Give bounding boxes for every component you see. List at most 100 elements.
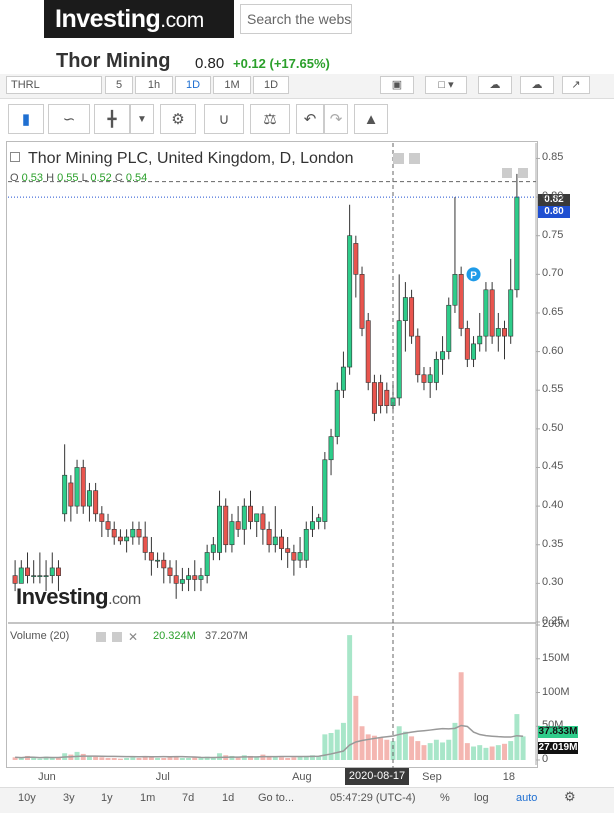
volume-bars bbox=[12, 635, 526, 760]
candle bbox=[49, 552, 55, 584]
log-toggle[interactable]: log bbox=[474, 792, 489, 804]
settings-small-icon[interactable] bbox=[409, 153, 420, 164]
volume-bar bbox=[179, 757, 185, 760]
candle-body bbox=[322, 459, 328, 522]
candle-body bbox=[111, 528, 117, 538]
candle bbox=[80, 459, 86, 514]
candle bbox=[464, 320, 470, 368]
ohlc-close: 0.54 bbox=[125, 172, 148, 184]
volume-legend-label: Volume (20) bbox=[10, 630, 70, 642]
candle-body bbox=[80, 467, 86, 507]
candle-body bbox=[266, 528, 272, 546]
candle bbox=[433, 351, 439, 391]
candle bbox=[347, 204, 353, 375]
volume-bar bbox=[31, 757, 37, 760]
range-1m[interactable]: 1m bbox=[140, 792, 155, 804]
candle-body bbox=[347, 235, 353, 368]
volume-bar bbox=[334, 729, 340, 760]
volume-bar bbox=[254, 757, 260, 760]
candle-body bbox=[217, 505, 223, 553]
volume-close-icon[interactable]: ✕ bbox=[128, 630, 138, 644]
candle-body bbox=[18, 567, 24, 584]
candle-body bbox=[303, 528, 309, 561]
candle bbox=[136, 521, 142, 545]
candle-body bbox=[204, 552, 210, 576]
candle-body bbox=[402, 297, 408, 321]
candle bbox=[217, 490, 223, 561]
candlesticks bbox=[12, 173, 520, 599]
volume-bar bbox=[347, 635, 353, 760]
candle-body bbox=[124, 536, 130, 542]
crosshair-date-label: 2020-08-17 bbox=[345, 768, 409, 785]
candle bbox=[396, 274, 402, 406]
candle bbox=[514, 173, 520, 298]
candle-body bbox=[62, 474, 68, 515]
candle-body bbox=[495, 328, 501, 337]
volume-bar bbox=[99, 757, 105, 760]
candle-body bbox=[136, 528, 142, 538]
range-10y[interactable]: 10y bbox=[18, 792, 36, 804]
price-tick-label: 0.50 bbox=[542, 421, 564, 434]
volume-tick-label: 200M bbox=[542, 618, 570, 630]
candle-body bbox=[421, 374, 427, 383]
candle bbox=[371, 374, 377, 422]
price-tick-label: 0.65 bbox=[542, 305, 564, 318]
candle-body bbox=[353, 243, 359, 275]
eye-icon[interactable] bbox=[393, 153, 404, 164]
volume-tick-label: 0 bbox=[542, 753, 549, 765]
candle-body bbox=[254, 513, 260, 522]
volume-bar bbox=[291, 757, 297, 760]
candle-body bbox=[248, 505, 253, 522]
volume-settings-icon[interactable] bbox=[112, 632, 122, 642]
candle-body bbox=[260, 513, 266, 530]
volume-eye-icon[interactable] bbox=[96, 632, 106, 642]
volume-bar bbox=[427, 743, 433, 760]
scroll-icon[interactable] bbox=[502, 168, 512, 178]
candle bbox=[402, 282, 408, 352]
auto-toggle[interactable]: auto bbox=[516, 792, 537, 804]
candle-body bbox=[68, 482, 74, 507]
candle bbox=[229, 513, 235, 553]
volume-bar bbox=[340, 722, 346, 760]
candle bbox=[130, 521, 136, 545]
gear-settings-icon[interactable]: ⚙ bbox=[564, 789, 576, 805]
candle bbox=[117, 529, 123, 545]
candle-body bbox=[427, 374, 433, 383]
candle bbox=[173, 560, 179, 599]
candle bbox=[124, 529, 130, 553]
candle-body bbox=[477, 335, 483, 345]
candle-body bbox=[446, 304, 452, 352]
volume-bar bbox=[198, 757, 204, 760]
legend-title: Thor Mining PLC, United Kingdom, D, Lond… bbox=[28, 150, 354, 167]
volume-bar bbox=[161, 757, 167, 760]
go-to-button[interactable]: Go to... bbox=[258, 792, 294, 804]
volume-tick-label: 50M bbox=[542, 719, 564, 732]
candle-body bbox=[340, 366, 346, 391]
chart-overlays: P bbox=[8, 143, 536, 768]
range-1d[interactable]: 1d bbox=[222, 792, 234, 804]
volume-bar bbox=[440, 742, 446, 760]
candle bbox=[86, 482, 92, 522]
candle-body bbox=[37, 575, 43, 577]
volume-bar bbox=[477, 745, 483, 760]
candle-body bbox=[105, 521, 111, 530]
candle bbox=[142, 521, 148, 561]
candle bbox=[458, 266, 464, 337]
range-3y[interactable]: 3y bbox=[63, 792, 75, 804]
percent-toggle[interactable]: % bbox=[440, 792, 450, 804]
volume-bar bbox=[105, 757, 111, 760]
collapse-legend-icon[interactable] bbox=[10, 152, 20, 162]
candle bbox=[427, 367, 433, 398]
candle-body bbox=[192, 575, 198, 580]
range-7d[interactable]: 7d bbox=[182, 792, 194, 804]
candle bbox=[489, 282, 495, 344]
volume-bar bbox=[328, 733, 334, 760]
candle bbox=[155, 552, 161, 568]
info-icon[interactable] bbox=[518, 168, 528, 178]
range-1y[interactable]: 1y bbox=[101, 792, 113, 804]
candle-body bbox=[384, 389, 390, 406]
candle bbox=[223, 498, 229, 553]
last-price-tag: 0.80 bbox=[538, 206, 570, 218]
candle bbox=[248, 490, 253, 530]
chart-canvas[interactable]: P bbox=[0, 0, 614, 812]
